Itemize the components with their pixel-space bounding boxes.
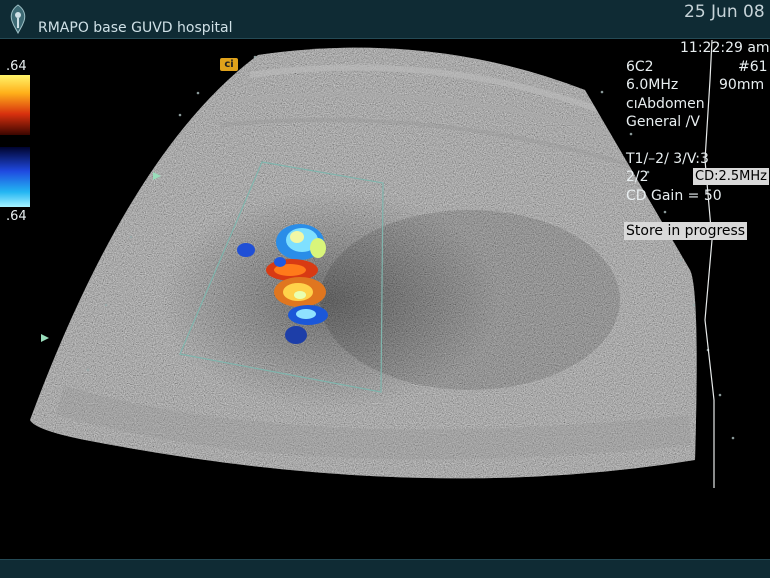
color-scale-bottom-value: .64 <box>6 209 27 224</box>
footer-bar <box>0 559 770 578</box>
frequency-label: 6.0MHz <box>626 77 679 93</box>
cd-frequency-label: CD:2.5MHz <box>693 168 769 185</box>
cd-gain-label: CD Gain = 50 <box>626 188 722 204</box>
emblem-icon <box>10 4 26 35</box>
focus-marker <box>153 172 161 180</box>
store-status-badge: Store in progress <box>624 222 748 240</box>
probe-orientation-marker: ci <box>220 58 238 71</box>
exam-date: 25 Jun 08 <box>684 2 765 22</box>
color-velocity-scale <box>0 75 30 207</box>
mode-label: General /V <box>626 114 700 130</box>
focus-marker <box>41 334 49 342</box>
image-number: #61 <box>738 59 768 75</box>
preset-label: cıAbdomen <box>626 96 705 112</box>
persist-label: 2/2 <box>626 169 649 185</box>
header-bar: RMAPO base GUVD hospital 25 Jun 08 <box>0 0 770 39</box>
exam-time: 11:22:29 am <box>680 40 770 56</box>
institution-name: RMAPO base GUVD hospital <box>38 20 233 36</box>
color-scale-top-value: .64 <box>6 59 27 74</box>
tissue-params-label: T1/–2/ 3/V:3 <box>626 151 709 167</box>
probe-label: 6C2 <box>626 59 654 75</box>
depth-label: 90mm <box>719 77 765 93</box>
